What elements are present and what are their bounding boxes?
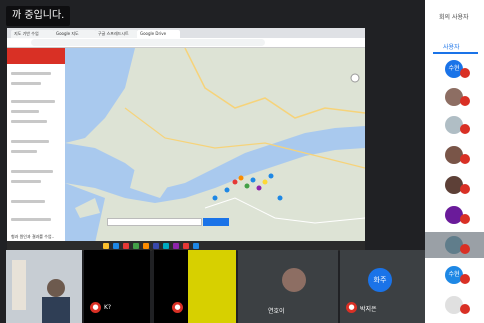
- participant-name: K?: [104, 304, 112, 311]
- shared-screen: 지도 기반 수업 Google 지도 구글 스프레드시트 Google Driv…: [7, 28, 365, 251]
- browser-icon[interactable]: [113, 243, 119, 249]
- browser-tab-bar: 지도 기반 수업 Google 지도 구글 스프레드시트 Google Driv…: [7, 28, 365, 38]
- mic-off-badge: [460, 244, 470, 254]
- map-marker[interactable]: [238, 175, 244, 181]
- panel-line: [11, 200, 45, 203]
- map-marker[interactable]: [232, 179, 238, 185]
- panel-line: [11, 120, 47, 123]
- mic-off-badge: [460, 274, 470, 284]
- mic-off-badge: [460, 68, 470, 78]
- avatar: 화주: [368, 268, 392, 292]
- zoom-control[interactable]: [350, 73, 360, 83]
- participant-tile[interactable]: 화주 ● 박지은: [340, 250, 425, 323]
- mic-off-icon: ●: [90, 302, 101, 313]
- app-icon[interactable]: [183, 243, 189, 249]
- presentation-banner: 까 중입니다.: [6, 6, 71, 26]
- browser-tab[interactable]: 구글 스프레드시트: [95, 30, 138, 38]
- app-icon[interactable]: [143, 243, 149, 249]
- panel-line: [11, 82, 41, 85]
- panel-title: 회의 사용자: [439, 14, 469, 21]
- map-marker[interactable]: [268, 173, 274, 179]
- map-marker[interactable]: [256, 185, 262, 191]
- map-marker[interactable]: [277, 195, 283, 201]
- browser-tab[interactable]: 지도 기반 수업: [11, 30, 54, 38]
- participant-name: 연호이: [268, 308, 285, 315]
- address-bar[interactable]: [31, 39, 265, 46]
- app-icon[interactable]: [153, 243, 159, 249]
- panel-line: [11, 110, 39, 113]
- map-search-field[interactable]: [107, 218, 202, 226]
- app-icon[interactable]: [173, 243, 179, 249]
- participant-tile[interactable]: 연호이: [238, 250, 338, 323]
- panel-line: [11, 150, 37, 153]
- map-action-button[interactable]: [203, 218, 229, 226]
- mic-off-badge: [460, 96, 470, 106]
- panel-line: [11, 140, 49, 143]
- panel-line: [11, 170, 53, 173]
- mic-off-badge: [460, 124, 470, 134]
- app-icon[interactable]: [193, 243, 199, 249]
- panel-line: [11, 180, 41, 183]
- map-marker[interactable]: [244, 183, 250, 189]
- map-marker[interactable]: [224, 187, 230, 193]
- mic-off-icon: ●: [346, 302, 357, 313]
- panel-caption: 형과 원인과 결과를 수업..: [11, 234, 55, 239]
- map-panel-header: [7, 48, 65, 64]
- app-icon[interactable]: [123, 243, 129, 249]
- panel-line: [11, 72, 51, 75]
- map-view[interactable]: [65, 48, 365, 243]
- map-marker[interactable]: [250, 177, 256, 183]
- map-svg: [65, 48, 365, 243]
- browser-tab[interactable]: Google 지도: [53, 30, 96, 38]
- panel-line: [11, 100, 55, 103]
- participant-tile[interactable]: [6, 250, 82, 323]
- participant-tile[interactable]: ●: [154, 250, 188, 323]
- browser-toolbar: [7, 38, 365, 48]
- mic-off-badge: [460, 304, 470, 314]
- participant-tile[interactable]: ● K?: [84, 250, 150, 323]
- tab-indicator: [433, 52, 478, 54]
- participant-tile[interactable]: [188, 250, 236, 323]
- mic-off-badge: [460, 214, 470, 224]
- mic-off-icon: ●: [172, 302, 183, 313]
- browser-tab-active[interactable]: Google Drive: [137, 30, 180, 38]
- mic-off-badge: [460, 184, 470, 194]
- map-marker[interactable]: [212, 195, 218, 201]
- app-icon[interactable]: [133, 243, 139, 249]
- map-side-panel: [7, 48, 66, 243]
- avatar: [282, 268, 306, 292]
- map-marker[interactable]: [262, 179, 268, 185]
- mic-off-badge: [460, 154, 470, 164]
- app-icon[interactable]: [163, 243, 169, 249]
- panel-line: [11, 218, 51, 221]
- participant-video: [6, 250, 82, 323]
- tab-participants[interactable]: 사용자: [443, 42, 460, 51]
- participant-name: 박지은: [360, 306, 377, 313]
- folder-icon[interactable]: [103, 243, 109, 249]
